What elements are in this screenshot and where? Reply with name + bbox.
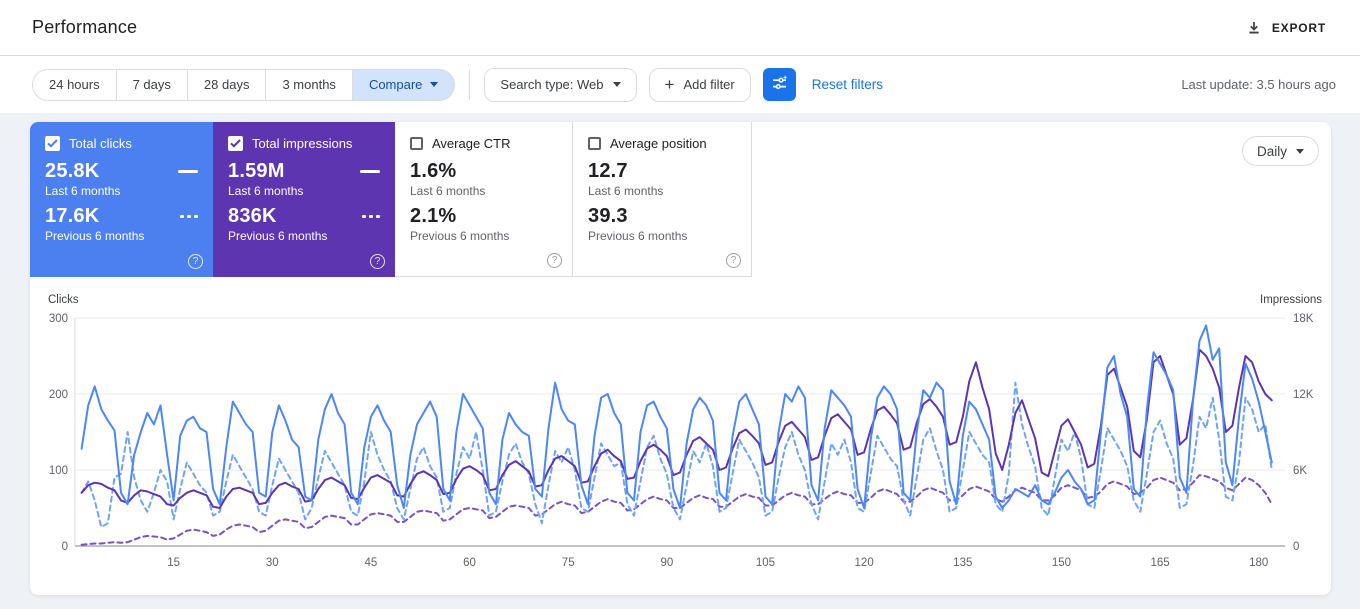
metric-card-label: Total clicks <box>69 136 132 151</box>
metric-card-total-clicks[interactable]: Total clicks 25.8K Last 6 months 17.6K P… <box>30 122 213 277</box>
add-filter-label: Add filter <box>683 77 735 92</box>
dashed-line-legend-icon <box>362 215 380 218</box>
metric-caption: Last 6 months <box>588 184 664 198</box>
metric-caption: Last 6 months <box>410 184 486 198</box>
solid-line-legend-icon <box>360 170 380 173</box>
app-header: Performance EXPORT <box>0 0 1360 56</box>
tab-28-days[interactable]: 28 days <box>186 68 267 101</box>
series-clicks-last-6-months <box>80 324 1273 509</box>
x-axis-tick: 60 <box>463 557 476 569</box>
metric-caption: Previous 6 months <box>410 229 510 243</box>
metric-value-previous: 17.6K <box>45 205 100 227</box>
checkbox-checked-icon[interactable] <box>228 136 243 151</box>
metric-value-current: 1.6% <box>410 160 457 182</box>
search-type-label: Search type: Web <box>500 77 604 92</box>
metric-cards-row: Total clicks 25.8K Last 6 months 17.6K P… <box>30 122 1331 277</box>
x-axis-tick: 165 <box>1150 557 1169 569</box>
y-axis-right-tick: 6K <box>1293 465 1307 477</box>
performance-panel: Total clicks 25.8K Last 6 months 17.6K P… <box>30 122 1331 595</box>
chart-container: Clicks Impressions 0 0 100 6K 200 12K 300 18K 15 30… <box>30 277 1331 592</box>
reset-filters-link[interactable]: Reset filters <box>812 77 883 92</box>
export-label: EXPORT <box>1271 20 1326 35</box>
compare-label: Compare <box>368 77 423 92</box>
checkbox-unchecked-icon[interactable] <box>410 137 423 150</box>
plus-icon: + <box>664 75 675 94</box>
y-axis-left-tick: 200 <box>49 389 68 401</box>
x-axis-tick: 30 <box>266 557 279 569</box>
y-axis-right-tick: 0 <box>1293 541 1299 553</box>
help-icon[interactable]: ? <box>188 254 203 269</box>
metric-card-label: Total impressions <box>252 136 353 151</box>
help-icon[interactable]: ? <box>726 253 741 268</box>
x-axis-tick: 135 <box>953 557 972 569</box>
series-impressions-last-6-months <box>80 348 1273 509</box>
checkbox-unchecked-icon[interactable] <box>588 137 601 150</box>
y-axis-left-tick: 100 <box>49 465 68 477</box>
metric-card-label: Average CTR <box>432 136 511 151</box>
tab-3-months[interactable]: 3 months <box>265 68 353 101</box>
metric-caption: Last 6 months <box>228 184 304 198</box>
y-axis-left-tick: 0 <box>62 541 68 553</box>
download-icon <box>1246 20 1262 36</box>
y-axis-right-tick: 12K <box>1293 389 1314 401</box>
x-axis-tick: 90 <box>660 557 673 569</box>
chevron-down-icon <box>612 82 621 87</box>
metric-value-previous: 2.1% <box>410 205 457 227</box>
filter-bar: 24 hours 7 days 28 days 3 months Compare… <box>0 56 1360 113</box>
export-button[interactable]: EXPORT <box>1236 12 1336 44</box>
metric-value-previous: 39.3 <box>588 205 628 227</box>
add-filter-button[interactable]: + Add filter <box>648 67 751 102</box>
date-range-tabs: 24 hours 7 days 28 days 3 months Compare <box>32 68 456 101</box>
x-axis-tick: 120 <box>855 557 874 569</box>
series-clicks-previous-6-months <box>80 381 1273 528</box>
y-axis-right-title: Impressions <box>1260 294 1322 306</box>
filter-settings-button[interactable] <box>762 68 796 101</box>
metric-value-current: 1.59M <box>228 160 285 182</box>
metric-card-total-impressions[interactable]: Total impressions 1.59M Last 6 months 83… <box>213 122 395 277</box>
checkbox-checked-icon[interactable] <box>45 136 60 151</box>
tab-24-hours[interactable]: 24 hours <box>32 68 117 101</box>
x-axis-tick: 105 <box>756 557 775 569</box>
x-axis-tick: 45 <box>365 557 378 569</box>
tab-7-days[interactable]: 7 days <box>115 68 188 101</box>
granularity-label: Daily <box>1256 143 1287 159</box>
granularity-dropdown[interactable]: Daily <box>1241 136 1319 166</box>
metric-value-previous: 836K <box>228 205 277 227</box>
metric-caption: Previous 6 months <box>45 229 145 243</box>
solid-line-legend-icon <box>178 170 198 173</box>
metric-card-label: Average position <box>610 136 707 151</box>
metric-card-average-ctr[interactable]: Average CTR 1.6% Last 6 months 2.1% Prev… <box>395 122 573 277</box>
x-axis-tick: 150 <box>1052 557 1071 569</box>
help-icon[interactable]: ? <box>547 253 562 268</box>
y-axis-left-title: Clicks <box>48 294 79 306</box>
page-title: Performance <box>32 17 138 37</box>
x-axis-tick: 15 <box>167 557 180 569</box>
performance-chart[interactable]: Clicks Impressions 0 0 100 6K 200 12K 300 18K 15 30… <box>30 285 1330 587</box>
x-axis-tick: 180 <box>1249 557 1268 569</box>
metric-card-average-position[interactable]: Average position 12.7 Last 6 months 39.3… <box>573 122 752 277</box>
dashed-line-legend-icon <box>180 215 198 218</box>
content-area: Total clicks 25.8K Last 6 months 17.6K P… <box>0 113 1360 595</box>
metric-value-current: 12.7 <box>588 160 628 182</box>
metric-caption: Previous 6 months <box>228 229 328 243</box>
help-icon[interactable]: ? <box>370 254 385 269</box>
last-update-text: Last update: 3.5 hours ago <box>1181 77 1336 92</box>
metric-value-current: 25.8K <box>45 160 100 182</box>
compare-dropdown[interactable]: Compare <box>351 68 456 101</box>
y-axis-right-tick: 18K <box>1293 313 1314 325</box>
divider <box>469 69 471 100</box>
metric-caption: Previous 6 months <box>588 229 688 243</box>
metric-caption: Last 6 months <box>45 184 121 198</box>
chevron-down-icon <box>430 82 439 87</box>
y-axis-left-tick: 300 <box>49 313 68 325</box>
x-axis-tick: 75 <box>562 557 575 569</box>
tune-icon <box>770 74 789 96</box>
series-impressions-previous-6-months <box>80 474 1273 546</box>
chevron-down-icon <box>1296 148 1304 154</box>
search-type-dropdown[interactable]: Search type: Web <box>484 67 637 102</box>
